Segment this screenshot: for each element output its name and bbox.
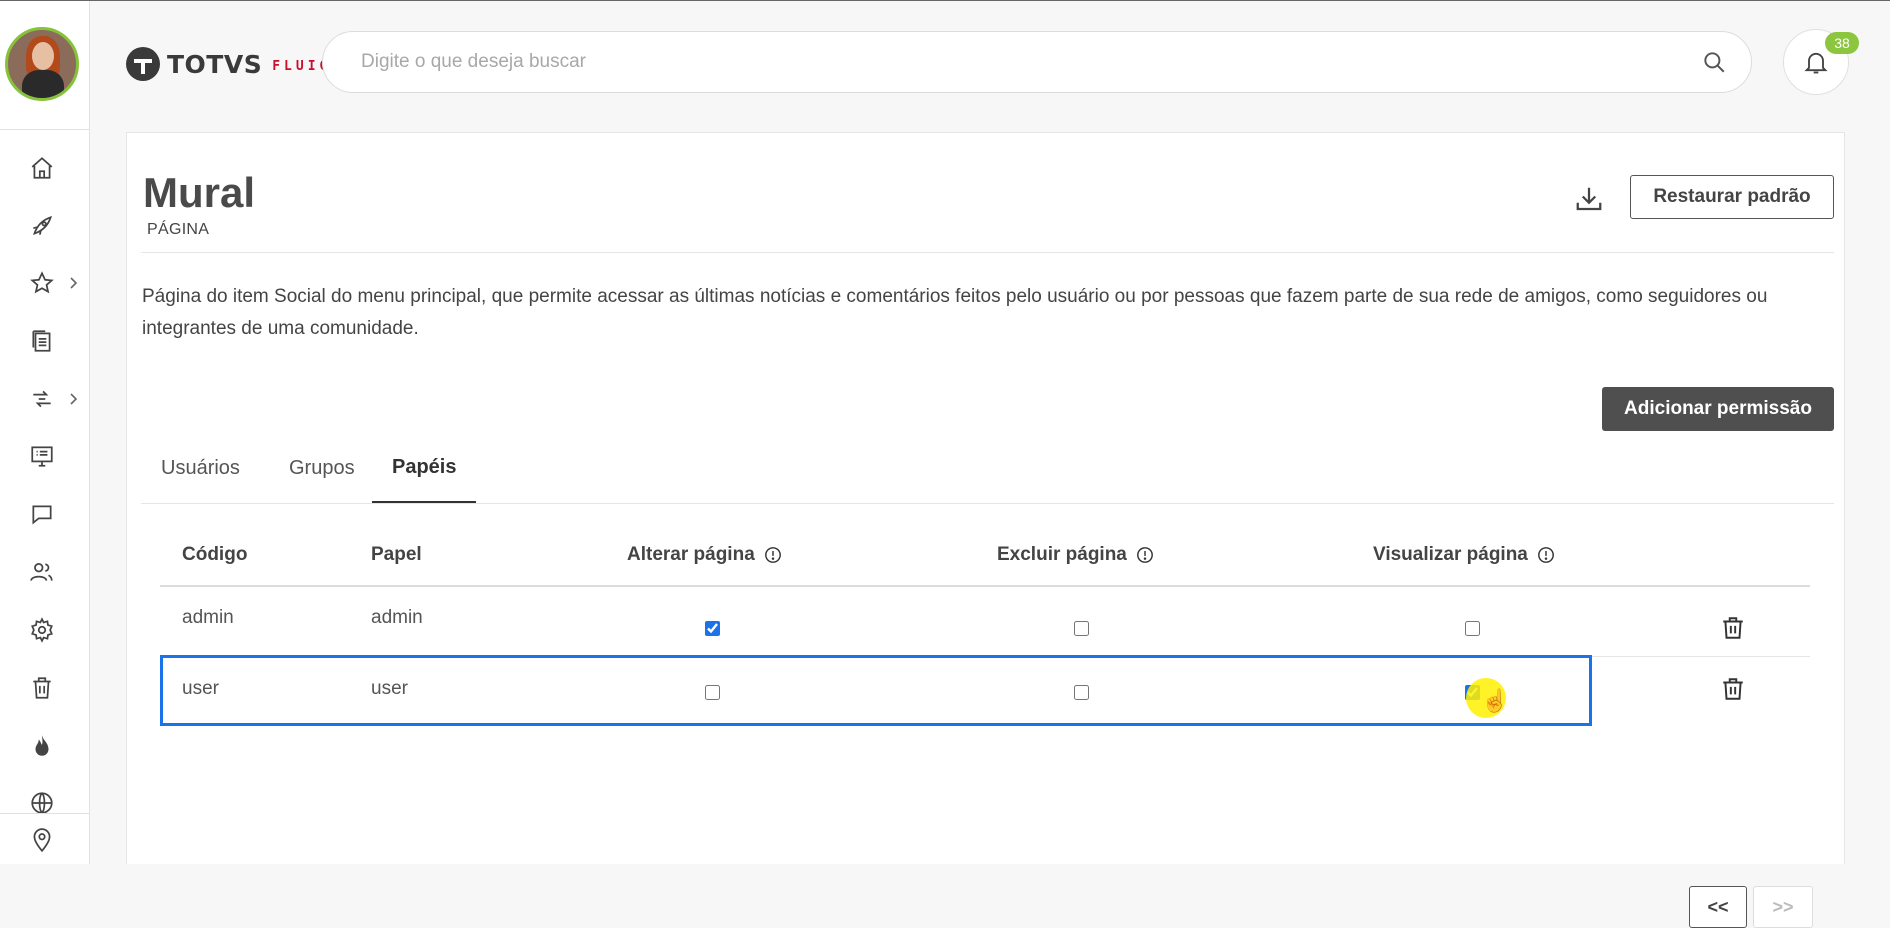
sidebar [0,1,90,864]
search-icon[interactable] [1701,49,1727,75]
page-title: Mural [143,169,256,216]
next-page-button[interactable]: >> [1753,886,1813,928]
sidebar-item-documents[interactable] [26,325,58,357]
sidebar-divider [0,129,89,130]
cell-papel: user [371,678,408,699]
download-button[interactable] [1569,179,1609,219]
avatar[interactable] [5,27,79,101]
chat-icon [32,505,52,525]
window-top-border [0,0,1890,1]
excluir-checkbox[interactable] [1074,621,1089,636]
monitor-icon [31,446,53,467]
previous-page-button[interactable]: << [1689,886,1747,928]
info-icon[interactable] [1537,546,1555,564]
sidebar-item-flame[interactable] [26,730,58,762]
table-header: Código Papel Alterar página Excluir pági… [160,525,1810,587]
gear-icon [31,617,53,643]
sidebar-item-users[interactable] [26,556,58,588]
sidebar-item-chat[interactable] [26,498,58,530]
sidebar-item-workflow[interactable] [26,383,58,415]
sidebar-item-settings[interactable] [26,614,58,646]
hand-cursor-icon: ☝ [1481,688,1509,713]
sidebar-item-location[interactable] [26,824,58,856]
alterar-checkbox[interactable] [705,621,720,636]
tab-usuarios[interactable]: Usuários [141,433,260,503]
notification-badge: 38 [1825,32,1859,54]
restore-default-button[interactable]: Restaurar padrão [1630,175,1834,219]
table-row[interactable]: user user [160,655,1592,726]
tab-papeis[interactable]: Papéis [372,433,477,503]
sidebar-item-monitor[interactable] [26,440,58,472]
chevron-right-icon[interactable] [66,392,80,406]
home-icon [31,157,53,179]
cell-codigo: user [182,678,219,699]
brand-logo[interactable]: TOTVS FLUIG [125,44,331,84]
info-icon[interactable] [764,546,782,564]
permission-tabs: Usuários Grupos Papéis [141,433,1834,504]
logo-text: TOTVS [167,49,263,79]
star-icon [30,271,54,294]
visualizar-checkbox[interactable] [1465,621,1480,636]
documents-icon [32,330,51,352]
column-header-codigo: Código [182,544,248,565]
search-input[interactable] [359,50,1663,74]
page-subtitle: PÁGINA [147,221,210,238]
sidebar-item-home[interactable] [26,152,58,184]
bell-icon [1804,52,1828,74]
totvs-logo-icon [126,47,160,81]
cell-codigo: admin [182,607,234,628]
info-icon[interactable] [1136,546,1154,564]
trash-icon [1723,678,1743,700]
delete-row-button[interactable] [1718,613,1748,643]
column-header-visualizar: Visualizar página [1373,544,1528,565]
rocket-icon [33,215,53,235]
page-permissions-card: Mural PÁGINA Restaurar padrão Página do … [126,132,1845,928]
add-permission-button[interactable]: Adicionar permissão [1602,387,1834,431]
sidebar-item-rocket[interactable] [26,210,58,242]
users-icon [30,563,53,581]
cell-papel: admin [371,607,423,628]
alterar-checkbox[interactable] [705,685,720,700]
search-bar[interactable] [322,31,1752,93]
location-icon [33,828,51,853]
sidebar-item-favorites[interactable] [26,267,58,299]
page-description: Página do item Social do menu principal,… [142,286,1768,339]
trash-icon [33,677,51,699]
tab-grupos[interactable]: Grupos [269,433,375,503]
flame-icon [35,735,49,756]
excluir-checkbox[interactable] [1074,685,1089,700]
column-header-alterar: Alterar página [627,544,755,565]
column-header-papel: Papel [371,544,422,565]
trash-icon [1723,617,1743,639]
workflow-icon [33,390,51,408]
header-divider [141,252,1834,253]
column-header-excluir: Excluir página [997,544,1127,565]
sidebar-divider [0,813,89,814]
chevron-right-icon[interactable] [66,276,80,290]
table-row[interactable]: admin admin [160,587,1810,657]
sidebar-item-trash[interactable] [26,672,58,704]
delete-row-button[interactable] [1718,674,1748,704]
download-icon [1576,187,1602,211]
sidebar-item-globe[interactable] [26,787,58,819]
